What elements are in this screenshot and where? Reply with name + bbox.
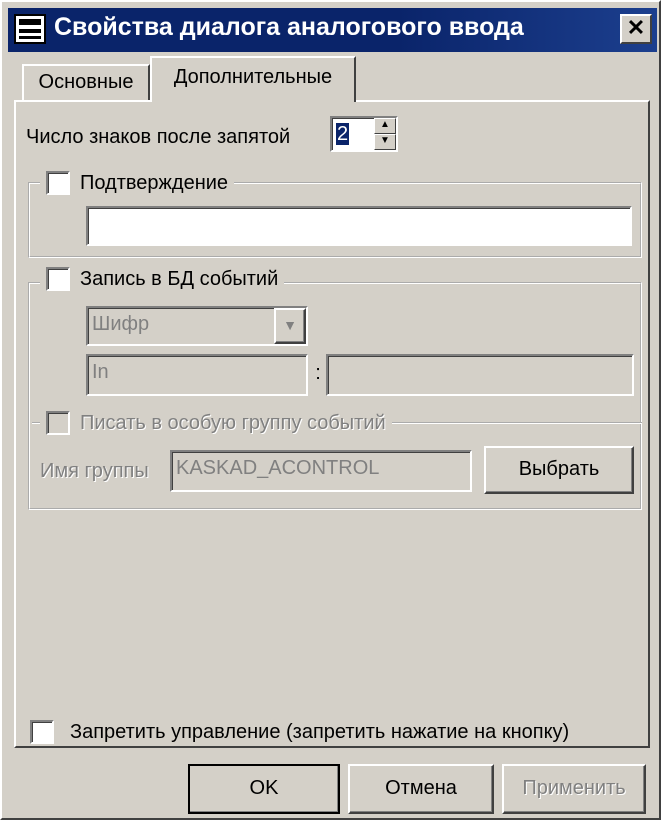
- spin-down-icon[interactable]: ▼: [374, 134, 396, 150]
- decimals-value[interactable]: 2: [336, 123, 350, 145]
- event-field-left[interactable]: In: [86, 354, 308, 396]
- cancel-button[interactable]: Отмена: [348, 764, 494, 814]
- chevron-down-icon[interactable]: ▼: [274, 308, 306, 344]
- dialog-window: Свойства диалога аналогового ввода ✕ Осн…: [0, 0, 661, 820]
- event-db-legend[interactable]: Запись в БД событий: [40, 266, 285, 292]
- close-icon[interactable]: ✕: [620, 14, 652, 44]
- special-group-checkbox[interactable]: [46, 411, 70, 435]
- tab-additional[interactable]: Дополнительные: [150, 56, 356, 102]
- event-db-label: Запись в БД событий: [80, 267, 279, 290]
- event-field-right[interactable]: [326, 354, 634, 396]
- apply-button[interactable]: Применить: [502, 764, 646, 814]
- forbid-control-checkbox[interactable]: [30, 720, 54, 744]
- confirmation-checkbox[interactable]: [46, 171, 70, 195]
- group-name-label: Имя группы: [40, 460, 149, 482]
- field-separator: :: [315, 362, 321, 384]
- group-name-field[interactable]: KASKAD_ACONTROL: [170, 450, 472, 492]
- choose-button[interactable]: Выбрать: [484, 446, 634, 494]
- special-group-legend[interactable]: Писать в особую группу событий: [40, 410, 392, 436]
- forbid-control-row[interactable]: Запретить управление (запретить нажатие …: [30, 720, 569, 744]
- window-icon: [14, 14, 46, 44]
- event-db-checkbox[interactable]: [46, 267, 70, 291]
- confirmation-text-field[interactable]: [86, 206, 632, 246]
- window-title: Свойства диалога аналогового ввода: [54, 13, 524, 41]
- spin-up-icon[interactable]: ▲: [374, 118, 396, 134]
- confirmation-label: Подтверждение: [80, 171, 229, 194]
- title-bar[interactable]: Свойства диалога аналогового ввода ✕: [8, 8, 657, 52]
- decimals-label: Число знаков после запятой: [26, 126, 291, 148]
- tab-basic[interactable]: Основные: [22, 64, 150, 100]
- forbid-control-label: Запретить управление (запретить нажатие …: [70, 720, 570, 743]
- confirmation-legend[interactable]: Подтверждение: [40, 170, 235, 196]
- ok-button[interactable]: OK: [188, 764, 340, 814]
- special-group-label: Писать в особую группу событий: [80, 411, 386, 434]
